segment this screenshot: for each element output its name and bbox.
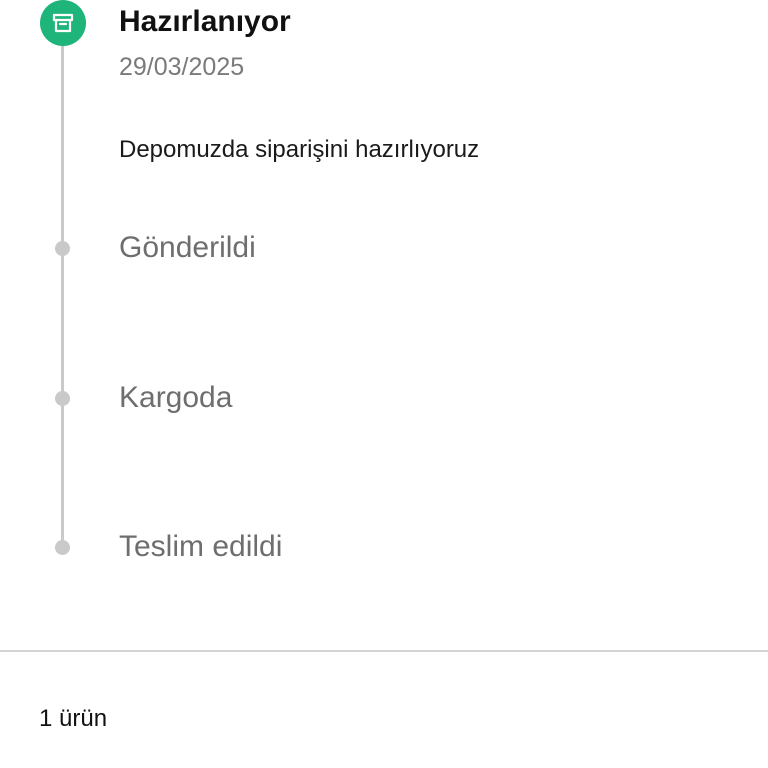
step-title-kargoda: Kargoda (119, 381, 233, 414)
section-divider (0, 650, 768, 652)
step-dot-kargoda (55, 391, 70, 406)
step-title-teslim-edildi: Teslim edildi (119, 530, 283, 563)
step-title-hazirlaniyor: Hazırlanıyor (119, 5, 291, 38)
step-dot-teslim-edildi (55, 540, 70, 555)
step-description: Depomuzda siparişini hazırlıyoruz (119, 136, 480, 163)
box-icon (52, 13, 74, 33)
order-status-timeline: Hazırlanıyor 29/03/2025 Depomuzda sipari… (0, 0, 768, 650)
step-title-gonderildi: Gönderildi (119, 231, 256, 264)
timeline-rail (61, 22, 64, 548)
item-count-label: 1 ürün (39, 705, 108, 732)
step-hazirlaniyor-badge (40, 0, 86, 46)
step-dot-gonderildi (55, 241, 70, 256)
step-date: 29/03/2025 (119, 53, 245, 81)
